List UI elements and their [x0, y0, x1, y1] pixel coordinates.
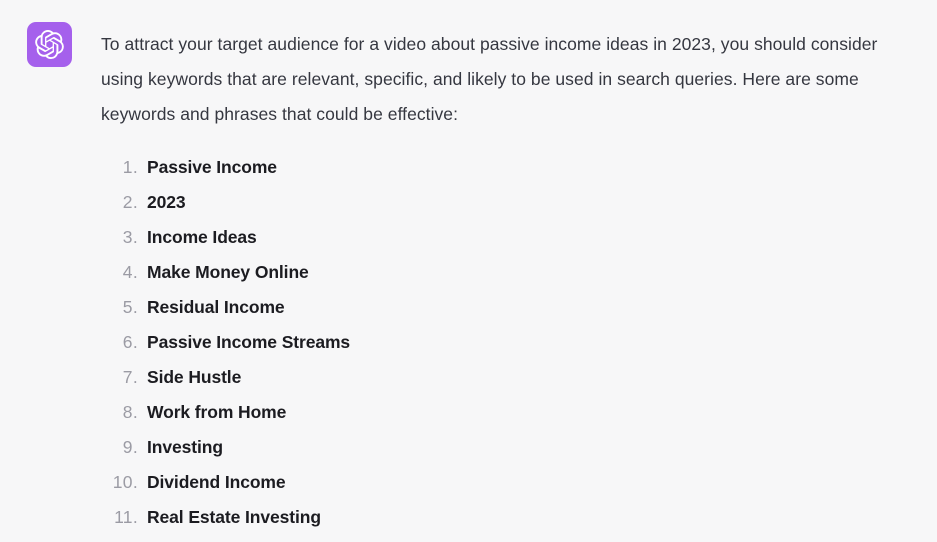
list-item: 7. Side Hustle — [101, 367, 911, 402]
list-item-number: 1. — [122, 157, 138, 178]
list-item-label: Side Hustle — [147, 367, 242, 388]
list-item-label: Real Estate Investing — [147, 507, 321, 528]
message-content: To attract your target audience for a vi… — [101, 22, 911, 542]
list-item: 11. Real Estate Investing — [101, 507, 911, 542]
list-item-label: 2023 — [147, 192, 186, 213]
list-item: 8. Work from Home — [101, 402, 911, 437]
list-item-label: Income Ideas — [147, 227, 257, 248]
list-item-number: 5. — [122, 297, 138, 318]
list-item-label: Passive Income — [147, 157, 277, 178]
list-item-number: 9. — [122, 437, 138, 458]
list-item-label: Dividend Income — [147, 472, 286, 493]
openai-logo-icon — [35, 30, 64, 59]
list-item-number: 2. — [122, 192, 138, 213]
list-item-label: Passive Income Streams — [147, 332, 351, 353]
openai-avatar — [27, 22, 72, 67]
list-item-label: Make Money Online — [147, 262, 309, 283]
list-item: 10. Dividend Income — [101, 472, 911, 507]
intro-paragraph: To attract your target audience for a vi… — [101, 34, 878, 124]
list-item-number: 8. — [122, 402, 138, 423]
list-item-label: Residual Income — [147, 297, 285, 318]
list-item: 2. 2023 — [101, 192, 911, 227]
list-item: 9. Investing — [101, 437, 911, 472]
list-item-number: 11. — [114, 507, 138, 528]
assistant-message: To attract your target audience for a vi… — [0, 0, 937, 542]
list-item: 4. Make Money Online — [101, 262, 911, 297]
list-item: 3. Income Ideas — [101, 227, 911, 262]
list-item-label: Work from Home — [147, 402, 287, 423]
list-item-number: 7. — [122, 367, 138, 388]
list-item: 5. Residual Income — [101, 297, 911, 332]
list-item-number: 3. — [122, 227, 138, 248]
keyword-list: 1. Passive Income 2. 2023 3. Income Idea… — [101, 157, 911, 542]
list-item-number: 4. — [122, 262, 138, 283]
list-item-number: 6. — [122, 332, 138, 353]
list-item-label: Investing — [147, 437, 223, 458]
list-item: 6. Passive Income Streams — [101, 332, 911, 367]
list-item-number: 10. — [112, 472, 138, 493]
list-item: 1. Passive Income — [101, 157, 911, 192]
